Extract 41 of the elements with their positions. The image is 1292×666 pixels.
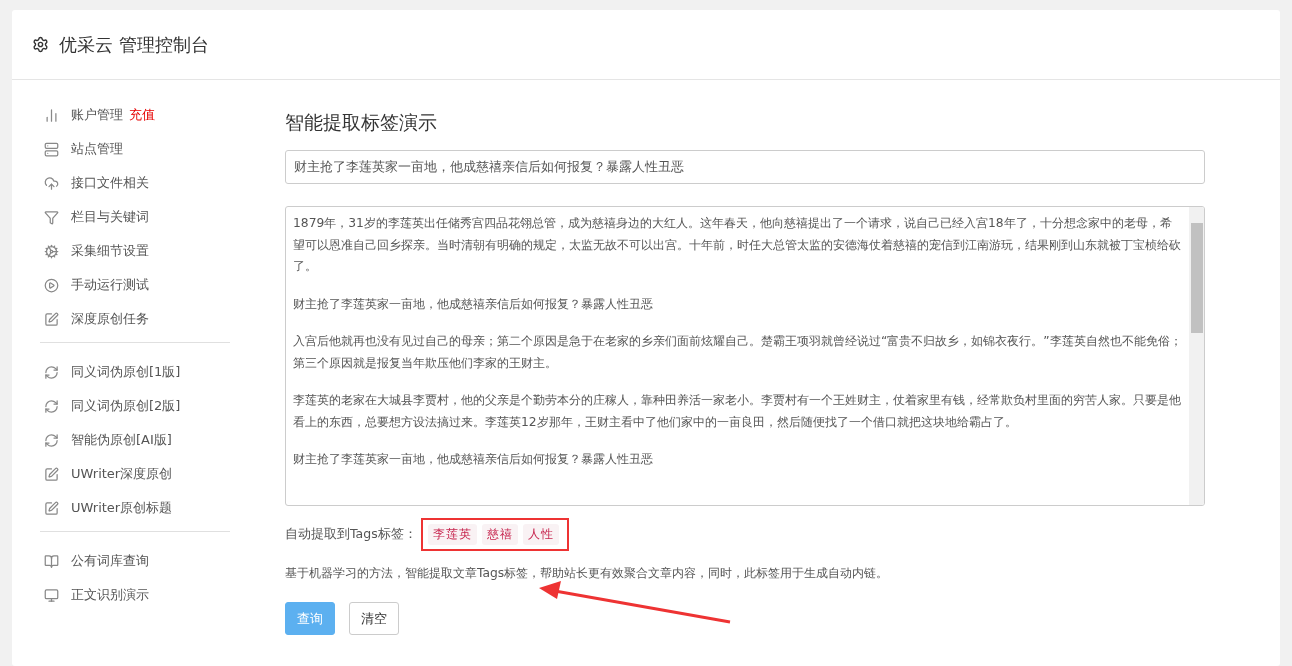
filter-icon [44, 209, 59, 225]
tag: 人性 [522, 524, 559, 545]
page-title: 智能提取标签演示 [285, 110, 438, 135]
title-field[interactable]: 财主抢了李莲英家一亩地，他成慈禧亲信后如何报复？暴露人性丑恶 [285, 150, 1205, 184]
sidebar-item[interactable]: 接口文件相关 [40, 166, 230, 200]
sidebar-item[interactable]: 手动运行测试 [40, 268, 230, 302]
sidebar-item[interactable]: 公有词库查询 [40, 544, 230, 578]
tags-label: 自动提取到Tags标签： [285, 526, 417, 543]
tag: 慈禧 [481, 524, 518, 545]
gears-icon [44, 243, 59, 259]
sidebar-item[interactable]: 栏目与关键词 [40, 200, 230, 234]
play-icon [44, 277, 59, 293]
sidebar-item[interactable]: 正文识别演示 [40, 578, 230, 612]
server-icon [44, 141, 59, 157]
refresh-icon [44, 364, 59, 380]
sidebar-item[interactable]: 智能伪原创[AI版] [40, 423, 230, 457]
sidebar-item[interactable]: 账户管理 充值 [40, 98, 230, 132]
bar-chart-icon [44, 107, 59, 123]
sidebar-item[interactable]: 采集细节设置 [40, 234, 230, 268]
recharge-link[interactable]: 充值 [129, 106, 155, 124]
book-icon [44, 553, 59, 569]
tag: 李莲英 [427, 524, 477, 545]
sidebar-item[interactable]: 深度原创任务 [40, 302, 230, 336]
sidebar-item[interactable]: UWriter深度原创 [40, 457, 230, 491]
clear-button[interactable]: 清空 [349, 602, 399, 635]
sidebar-item[interactable]: 同义词伪原创[2版] [40, 389, 230, 423]
sidebar-item[interactable]: UWriter原创标题 [40, 491, 230, 525]
scrollbar[interactable] [1189, 207, 1204, 505]
content-field[interactable]: 1879年，31岁的李莲英出任储秀宫四品花翎总管，成为慈禧身边的大红人。这年春天，他向慈禧提出了一个请求，说自己已经入宫18年了，十分想念家中的老母，希望可以恩准自己回乡探亲。当时清朝有明确的规定，太监无故不可以出宫。十年前，时任大总管太监的安德海仗着慈禧的宠信到江南游玩，结果刚到山东就被丁宝桢给砍了。 财主抢了李莲英家一亩地，他成慈禧亲信后如何报复？暴露人性丑恶 入宫后他就再也没有见过自己的母亲；第二个原因是急于在老家的乡亲们面前炫耀自己。楚霸王项羽就曾经说过“富贵不归故乡，如锦衣夜行。”李莲英自然也不能免俗；第三个原因就是报复当年欺压他们李家的王财主。 李莲英的老家在大城县李贾村，他的父亲是个勤劳本分的庄稼人，靠种田养活一家老小。李贾村有一个王姓财主，仗着家里有钱，经常欺负村里面的穷苦人家。只要是他看上的东西，总要想方设法搞过来。李莲英12岁那年，王财主看中了他们家中的一亩良田，然后随便找了一个借口就把这块地给霸占了。 财主抢了李莲英家一亩地，他成慈禧亲信后如何报复？暴露人性丑恶 [285, 206, 1205, 506]
edit-icon [44, 311, 59, 327]
edit-icon [44, 500, 59, 516]
console-title: 优采云 管理控制台 [59, 32, 209, 57]
refresh-icon [44, 398, 59, 414]
settings-icon [32, 36, 49, 53]
sidebar-item[interactable]: 站点管理 [40, 132, 230, 166]
description-text: 基于机器学习的方法，智能提取文章Tags标签，帮助站长更有效聚合文章内容，同时，此标签用于生成自动内链。 [285, 565, 890, 582]
sidebar-item[interactable]: 同义词伪原创[1版] [40, 355, 230, 389]
cloud-upload-icon [44, 175, 59, 191]
monitor-icon [44, 587, 59, 603]
edit-icon [44, 466, 59, 482]
refresh-icon [44, 432, 59, 448]
